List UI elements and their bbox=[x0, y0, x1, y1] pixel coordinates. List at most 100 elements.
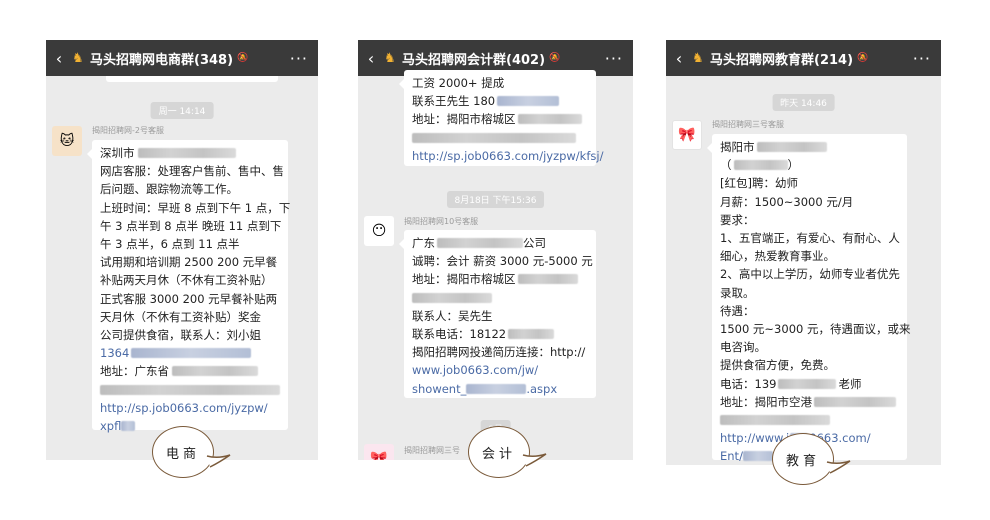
redacted-text bbox=[733, 160, 788, 171]
text-line: 午 3 点半到 8 点半 晚班 11 点到下 bbox=[100, 218, 282, 233]
redacted-text bbox=[778, 378, 837, 389]
link[interactable]: www.job0663.com/jw/ bbox=[412, 361, 589, 379]
redacted-text bbox=[517, 274, 578, 285]
redacted-text bbox=[497, 96, 560, 107]
chevron-left-icon[interactable]: ‹ bbox=[46, 49, 72, 68]
timestamp-chip: 周一 14:14 bbox=[150, 102, 214, 119]
redacted-text bbox=[466, 383, 527, 394]
category-tag: 教育 bbox=[772, 433, 834, 485]
sender-name: 揭阳招聘网三号 bbox=[404, 446, 460, 455]
text-line: 联系电话：18122 bbox=[412, 327, 507, 342]
speech-tail bbox=[522, 453, 547, 467]
horse-logo-icon: ♞ bbox=[692, 50, 704, 66]
prev-message-fragment bbox=[106, 76, 278, 82]
chat-header: ‹ ♞ 马头招聘网教育群(214) 🔕 ··· bbox=[666, 40, 941, 76]
timestamp-chip: 昨天 14:46 bbox=[772, 94, 835, 111]
link[interactable]: Ent/ bbox=[720, 449, 743, 463]
text-line: 细心，热爱教育事业。 bbox=[720, 249, 835, 264]
message-bubble[interactable]: 广东 公司 诚聘：会计 薪资 3000 元-5000 元 地址：揭阳市榕城区 联系… bbox=[399, 230, 596, 398]
chat-window-ecommerce: ‹ ♞ 马头招聘网电商群(348) 🔕 ··· 周一 14:14 揭阳招聘网-2… bbox=[46, 40, 318, 460]
link[interactable]: .aspx bbox=[526, 382, 557, 396]
more-dots-icon[interactable]: ··· bbox=[290, 49, 308, 68]
text-line: 地址：揭阳市榕城区 bbox=[412, 272, 516, 287]
message-bubble[interactable]: 工资 2000+ 提成 联系王先生 180 地址：揭阳市榕城区 http://s… bbox=[399, 70, 603, 166]
speech-tail bbox=[826, 460, 851, 474]
text-line: 试用期和培训期 2500 200 元早餐 bbox=[100, 255, 278, 270]
text-line: 天月休（不休有工资补贴）奖金 bbox=[100, 309, 261, 324]
text-line: 网店客服：处理客户售前、售中、售 bbox=[100, 164, 284, 179]
category-tag: 会计 bbox=[468, 426, 530, 478]
chevron-left-icon[interactable]: ‹ bbox=[358, 49, 384, 68]
link[interactable]: xpfl bbox=[100, 419, 121, 433]
text-line: 联系人：吴先生 bbox=[412, 308, 493, 323]
redacted-text bbox=[412, 132, 576, 143]
avatar-kitty-icon: 🎀 bbox=[678, 127, 696, 143]
text-line: 揭阳招聘网投递简历连接：http:// bbox=[412, 345, 586, 360]
text-line: 午 3 点半，6 点到 11 点半 bbox=[100, 237, 240, 252]
text-line: 公司提供食宿，联系人：刘小姐 bbox=[100, 328, 261, 343]
text-line: 工资 2000+ 提成 bbox=[412, 76, 505, 90]
chat-window-education: ‹ ♞ 马头招聘网教育群(214) 🔕 ··· 昨天 14:46 揭阳招聘网三号… bbox=[666, 40, 941, 465]
category-tag: 电商 bbox=[152, 426, 214, 478]
text-line: 广东 bbox=[412, 236, 435, 250]
link[interactable]: http://sp.job0663.com/jyzpw/kfsj/ bbox=[412, 147, 603, 165]
phone-number[interactable]: 1364 bbox=[100, 346, 129, 360]
text-line: 月薪：1500~3000 元/月 bbox=[720, 194, 854, 209]
more-dots-icon[interactable]: ··· bbox=[913, 49, 931, 68]
bell-mute-icon: 🔕 bbox=[237, 53, 249, 63]
text-line: 地址：揭阳市榕城区 bbox=[412, 112, 516, 127]
more-dots-icon[interactable]: ··· bbox=[605, 49, 623, 68]
link[interactable]: showent_ bbox=[412, 382, 466, 396]
redacted-text bbox=[756, 142, 827, 152]
text-line: 1、五官端正，有爱心、有耐心、人 bbox=[720, 231, 900, 246]
horse-logo-icon: ♞ bbox=[72, 50, 84, 66]
sender-name: 揭阳招聘网10号客服 bbox=[404, 217, 479, 226]
message-bubble[interactable]: 揭阳市 （） [红包]聘：幼师 月薪：1500~3000 元/月 要求： 1、五… bbox=[707, 134, 911, 463]
avatar-kitty-icon: 🎀 bbox=[370, 451, 388, 460]
text-line: 录取。 bbox=[720, 285, 755, 300]
text-line: 1500 元~3000 元，待遇面议，或来 bbox=[720, 322, 911, 337]
horse-logo-icon: ♞ bbox=[384, 50, 396, 66]
redacted-text bbox=[121, 421, 136, 432]
avatar[interactable]: 🎀 bbox=[364, 444, 394, 460]
text-line: 上班时间：早班 8 点到下午 1 点，下 bbox=[100, 200, 291, 215]
group-title: 马头招聘网教育群(214) bbox=[710, 52, 854, 68]
redacted-text bbox=[172, 366, 258, 377]
bell-mute-icon: 🔕 bbox=[549, 53, 561, 63]
redacted-text bbox=[814, 396, 896, 407]
redacted-text bbox=[742, 451, 773, 462]
text-line: 揭阳市 bbox=[720, 140, 755, 154]
group-title: 马头招聘网电商群(348) bbox=[90, 52, 234, 68]
text-line: 后问题、跟踪物流等工作。 bbox=[100, 182, 238, 197]
text-line: 联系王先生 180 bbox=[412, 94, 496, 109]
text-line: 正式客服 3000 200 元早餐补贴两 bbox=[100, 291, 278, 306]
chevron-left-icon[interactable]: ‹ bbox=[666, 49, 692, 68]
text-line: 地址：广东省 bbox=[100, 364, 169, 379]
message-bubble[interactable]: 深圳市 网店客服：处理客户售前、售中、售 后问题、跟踪物流等工作。 上班时间：早… bbox=[87, 140, 291, 433]
chat-header: ‹ ♞ 马头招聘网电商群(348) 🔕 ··· bbox=[46, 40, 318, 76]
avatar[interactable]: 🎀 bbox=[672, 120, 702, 150]
redacted-text bbox=[508, 329, 555, 340]
text-line: [红包]聘：幼师 bbox=[720, 176, 798, 191]
text-line: 提供食宿方便，免费。 bbox=[720, 358, 835, 373]
text-line: 待遇： bbox=[720, 303, 755, 318]
text-line: 深圳市 bbox=[100, 146, 135, 160]
avatar-face-icon: 😶 bbox=[371, 223, 387, 239]
text-line: 电话：139 bbox=[720, 376, 777, 391]
text-line: 补贴两天月休（不休有工资补贴） bbox=[100, 273, 273, 288]
link[interactable]: http://sp.job0663.com/jyzpw/ bbox=[100, 399, 281, 417]
chat-window-accounting: ‹ ♞ 马头招聘网会计群(402) 🔕 ··· 工资 2000+ 提成 联系王先… bbox=[358, 40, 633, 460]
text-line: 诚聘：会计 薪资 3000 元-5000 元 bbox=[412, 254, 593, 269]
redacted-text bbox=[517, 114, 582, 125]
text-line: （ bbox=[720, 158, 732, 173]
bell-mute-icon: 🔕 bbox=[857, 53, 869, 63]
avatar[interactable]: 😶 bbox=[364, 216, 394, 246]
text-line: 电咨询。 bbox=[720, 340, 766, 355]
avatar[interactable]: 🐱 bbox=[52, 126, 82, 156]
redacted-text bbox=[100, 384, 280, 395]
text-line: 老师 bbox=[838, 376, 862, 391]
redacted-text bbox=[137, 148, 236, 158]
redacted-text bbox=[437, 238, 523, 248]
avatar-cat-icon: 🐱 bbox=[59, 133, 75, 149]
speech-tail bbox=[206, 454, 231, 468]
